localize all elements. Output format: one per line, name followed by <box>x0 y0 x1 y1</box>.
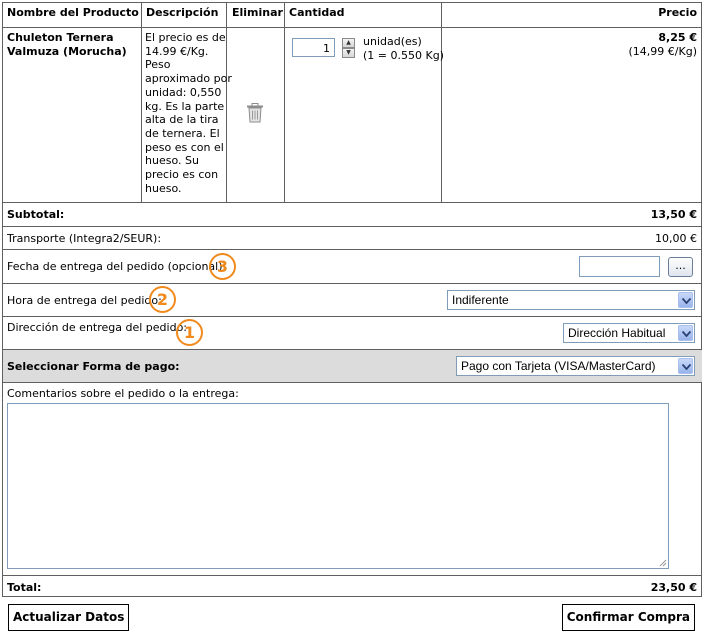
subtotal-label: Subtotal: <box>7 208 65 221</box>
header-description: Descripción <box>146 6 219 19</box>
description-line: El precio es de <box>145 31 226 44</box>
description-line: precio es con <box>145 168 219 182</box>
product-name-line: Chuleton Ternera <box>7 31 114 44</box>
divider <box>2 226 702 227</box>
total-label: Total: <box>7 581 42 594</box>
divider <box>2 382 702 383</box>
annotation-badge-1: 1 <box>176 319 203 346</box>
header-delete: Eliminar <box>232 6 283 19</box>
dropdown-arrow-icon <box>678 358 693 374</box>
header-product: Nombre del Producto <box>7 6 139 19</box>
product-name-line: Valmuza (Morucha) <box>7 44 127 58</box>
divider <box>141 2 142 203</box>
description-line: de ternera. El <box>145 126 220 140</box>
divider <box>2 202 702 203</box>
product-description: El precio es de 14.99 €/Kg. Peso aproxim… <box>145 31 232 195</box>
quantity-up-button[interactable]: ▲ <box>342 38 355 48</box>
total-value: 23,50 € <box>650 581 697 594</box>
quantity-down-button[interactable]: ▼ <box>342 48 355 58</box>
delivery-address-label: Dirección de entrega del pedido: <box>7 321 188 334</box>
confirm-purchase-button[interactable]: Confirmar Compra <box>561 604 695 631</box>
unit-equivalence: (1 = 0.550 Kg) <box>363 49 444 62</box>
description-line: Peso <box>145 58 171 72</box>
divider <box>2 249 702 250</box>
comments-label: Comentarios sobre el pedido o la entrega… <box>7 387 239 400</box>
description-line: aproximado por <box>145 72 232 86</box>
description-line: kg. Es la parte <box>145 99 225 113</box>
shipping-label: Transporte (Integra2/SEUR): <box>7 232 162 245</box>
dropdown-arrow-icon <box>678 325 693 341</box>
annotation-badge-2: 2 <box>149 286 176 313</box>
item-price: 8,25 € <box>658 31 697 44</box>
chevron-down-icon: ▼ <box>346 49 351 56</box>
annotation-badge-3: 3 <box>209 253 236 280</box>
description-line: unidad: 0,550 <box>145 85 222 99</box>
header-price: Precio <box>658 6 697 19</box>
delivery-time-select[interactable]: Indiferente <box>447 290 695 310</box>
resize-handle-icon[interactable] <box>659 559 667 567</box>
delivery-address-value: Dirección Habitual <box>568 326 666 340</box>
description-line: alta de la tira <box>145 113 219 127</box>
unit-label: unidad(es) <box>363 35 422 48</box>
quantity-input[interactable] <box>292 38 335 57</box>
payment-label: Seleccionar Forma de pago: <box>7 360 180 373</box>
dropdown-arrow-icon <box>678 292 693 308</box>
delivery-address-select[interactable]: Dirección Habitual <box>563 323 695 343</box>
description-line: peso es con el <box>145 140 224 154</box>
divider <box>441 2 442 203</box>
chevron-up-icon: ▲ <box>346 39 351 46</box>
divider <box>2 283 702 284</box>
trash-icon[interactable] <box>246 103 264 123</box>
subtotal-value: 13,50 € <box>650 208 697 221</box>
divider <box>2 316 702 317</box>
delivery-time-label: Hora de entrega del pedido: <box>7 294 162 307</box>
divider <box>284 2 285 203</box>
update-data-button[interactable]: Actualizar Datos <box>8 604 130 631</box>
divider <box>2 575 702 576</box>
date-picker-button[interactable]: ... <box>668 257 693 277</box>
divider <box>2 27 702 28</box>
product-name[interactable]: Chuleton Ternera Valmuza (Morucha) <box>7 31 127 58</box>
delivery-time-value: Indiferente <box>452 293 509 307</box>
payment-method-value: Pago con Tarjeta (VISA/MasterCard) <box>461 359 656 373</box>
description-line: hueso. Su <box>145 154 199 168</box>
description-line: hueso. <box>145 181 182 195</box>
comments-textarea[interactable] <box>7 403 669 569</box>
item-price-per-kg: (14,99 €/Kg) <box>628 45 697 58</box>
delivery-date-input[interactable] <box>579 256 660 277</box>
shipping-value: 10,00 € <box>655 232 697 245</box>
header-quantity: Cantidad <box>289 6 345 19</box>
description-line: 14.99 €/Kg. <box>145 44 209 58</box>
delivery-date-label: Fecha de entrega del pedido (opcional): <box>7 260 227 273</box>
payment-method-select[interactable]: Pago con Tarjeta (VISA/MasterCard) <box>456 356 695 376</box>
